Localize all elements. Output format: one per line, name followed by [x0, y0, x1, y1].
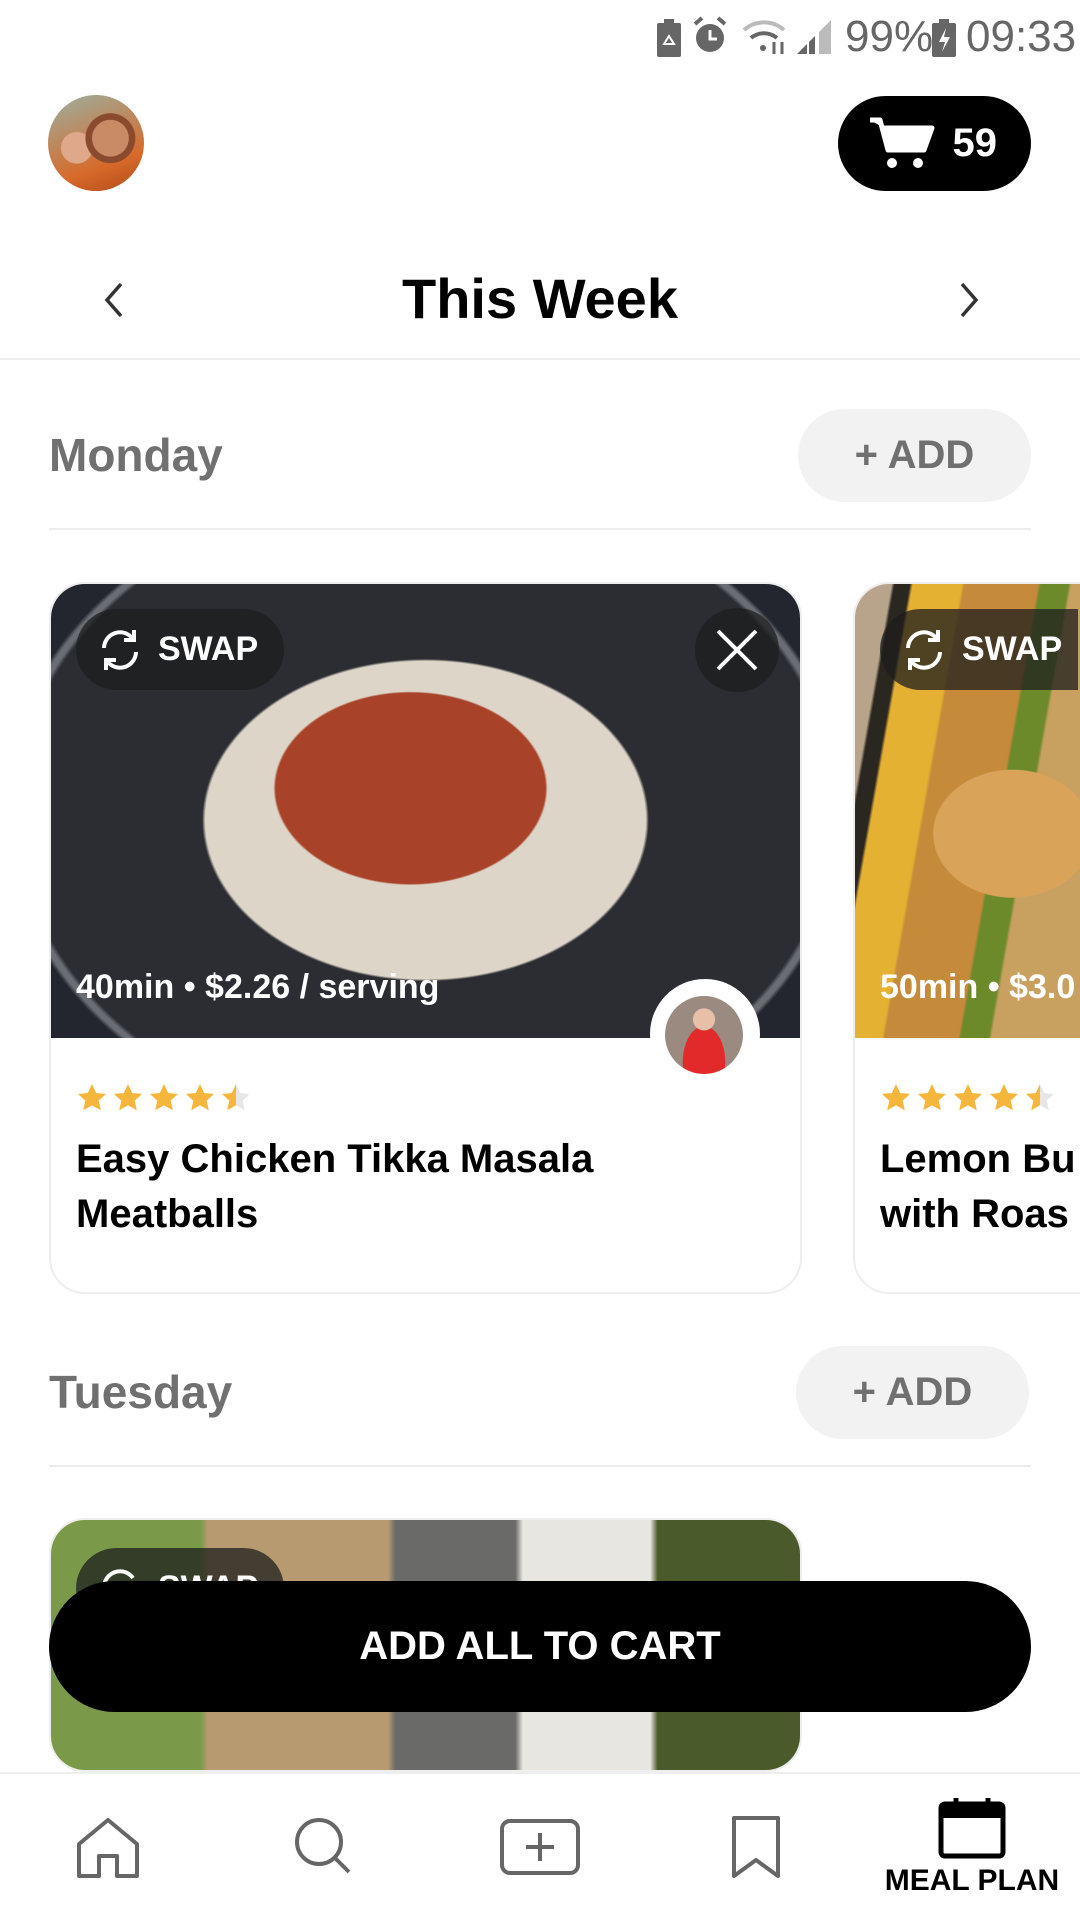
recipe-title-line: Meatballs: [76, 1192, 259, 1236]
recipe-title-line: Easy Chicken Tikka Masala: [76, 1137, 594, 1181]
battery-percent: 99%: [845, 12, 934, 61]
alarm-icon: [693, 16, 727, 52]
star-rating-icon: [78, 1084, 250, 1111]
add-recipe-icon: [500, 1819, 580, 1875]
divider: [49, 1465, 1031, 1467]
recipe-title-line: with Roas: [880, 1192, 1069, 1236]
divider: [49, 528, 1031, 530]
rating-stars: [76, 1082, 256, 1114]
cart-count: 59: [952, 121, 998, 165]
recipe-title[interactable]: Lemon Bu with Roas: [880, 1132, 1076, 1242]
page-title: This Week: [402, 267, 678, 330]
cart-icon: [870, 117, 935, 168]
recipe-title[interactable]: Easy Chicken Tikka Masala Meatballs: [76, 1132, 593, 1242]
close-icon: [716, 629, 758, 671]
add-all-to-cart-button[interactable]: ADD ALL TO CART: [49, 1581, 1031, 1712]
swap-label: SWAP: [158, 630, 259, 668]
star-rating-icon: [882, 1084, 1054, 1111]
nav-search[interactable]: [216, 1774, 432, 1920]
swap-button[interactable]: SWAP: [76, 609, 285, 690]
next-week-chevron-icon[interactable]: [948, 278, 988, 322]
status-bar: 99% 09:33: [0, 0, 1080, 74]
swap-button[interactable]: SWAP: [880, 609, 1079, 690]
recipe-title-line: Lemon Bu: [880, 1137, 1076, 1181]
battery-saver-icon: [657, 19, 681, 57]
signal-icon: [797, 20, 831, 54]
bottom-nav: MEAL PLAN: [0, 1772, 1080, 1920]
swap-label: SWAP: [962, 630, 1063, 668]
day-label-monday: Monday: [49, 429, 223, 481]
calendar-icon: [938, 1798, 1006, 1859]
search-icon: [295, 1818, 351, 1874]
bookmark-icon: [732, 1816, 780, 1878]
recipe-card[interactable]: SWAP 40min • $2.26 / serving Easy Chicke…: [49, 582, 802, 1294]
charging-icon: [932, 19, 956, 57]
swap-icon: [102, 629, 138, 670]
remove-recipe-button[interactable]: [695, 608, 779, 692]
swap-icon: [906, 629, 942, 670]
add-monday-button[interactable]: + ADD: [798, 409, 1031, 502]
add-tuesday-button[interactable]: + ADD: [796, 1346, 1029, 1439]
nav-add[interactable]: [432, 1774, 648, 1920]
recipe-meta: 50min • $3.0: [880, 968, 1076, 1006]
nav-saved[interactable]: [648, 1774, 864, 1920]
clock: 09:33: [966, 12, 1077, 61]
home-icon: [77, 1818, 139, 1878]
header-divider: [0, 358, 1080, 360]
nav-meal-plan[interactable]: MEAL PLAN: [864, 1774, 1080, 1920]
wifi-icon: [742, 20, 786, 54]
cart-button[interactable]: 59: [838, 96, 1031, 191]
day-label-tuesday: Tuesday: [49, 1366, 233, 1418]
chef-avatar[interactable]: [665, 996, 743, 1074]
rating-stars: [880, 1082, 1060, 1114]
recipe-card[interactable]: SWAP 50min • $3.0 Lemon Bu with Roas: [853, 582, 1080, 1294]
profile-avatar[interactable]: [48, 95, 144, 191]
recipe-meta: 40min • $2.26 / serving: [76, 968, 440, 1006]
nav-meal-plan-label: MEAL PLAN: [884, 1864, 1060, 1897]
nav-home[interactable]: [0, 1774, 216, 1920]
